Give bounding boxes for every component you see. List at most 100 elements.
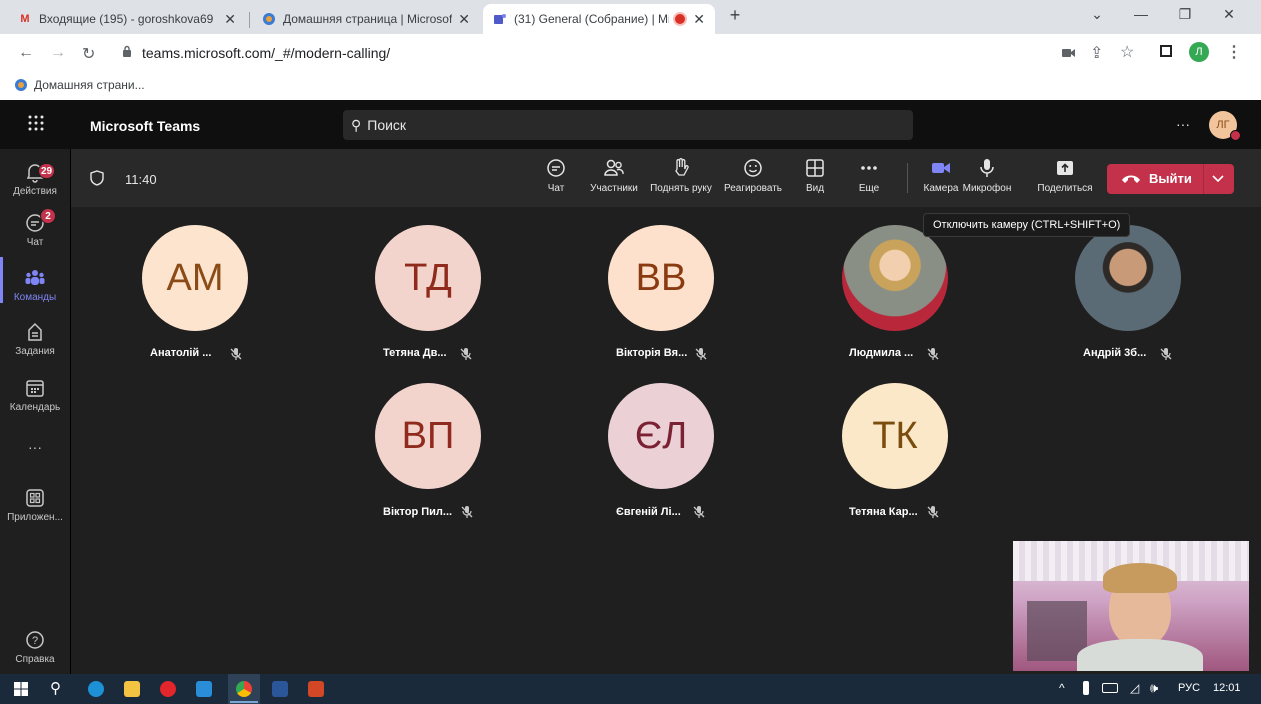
tab-title: Входящие (195) - goroshkova69 bbox=[39, 12, 214, 26]
leave-label: Выйти bbox=[1149, 171, 1192, 186]
more-options-button[interactable]: ··· bbox=[1176, 116, 1190, 132]
close-icon[interactable]: ✕ bbox=[693, 11, 705, 28]
forward-icon[interactable]: → bbox=[50, 44, 66, 62]
teams-icon bbox=[493, 12, 507, 26]
clock[interactable]: 12:01 bbox=[1213, 682, 1241, 694]
search-input[interactable]: Поиск bbox=[367, 117, 406, 133]
app-title: Microsoft Teams bbox=[90, 118, 201, 134]
lock-icon[interactable] bbox=[122, 45, 132, 57]
microphone-tray-icon[interactable] bbox=[1083, 681, 1089, 695]
more-actions-button[interactable]: Еще bbox=[854, 157, 884, 194]
participants-button[interactable]: Участники bbox=[585, 157, 643, 194]
tab-title: (31) General (Собрание) | Mi bbox=[514, 12, 670, 26]
meeting-stage: Отключить камеру (CTRL+SHIFT+O) АМ Анато… bbox=[71, 207, 1261, 674]
chevron-down-icon[interactable] bbox=[1211, 174, 1225, 184]
bookmark-item[interactable]: Домашняя страни... bbox=[14, 78, 145, 92]
raise-hand-button[interactable]: Поднять руку bbox=[646, 157, 716, 194]
assignments-icon bbox=[28, 322, 42, 341]
rail-help[interactable]: ? Справка bbox=[0, 629, 70, 665]
teams-header: Microsoft Teams ⚲ Поиск ··· ЛГ bbox=[0, 100, 1261, 149]
tab-teams-meeting[interactable]: (31) General (Собрание) | Mi ✕ bbox=[483, 4, 715, 34]
participant-photo[interactable] bbox=[842, 225, 948, 331]
tab-microsoft-home[interactable]: Домашняя страница | Microsoft ✕ bbox=[252, 4, 480, 34]
search-box[interactable]: ⚲ Поиск bbox=[343, 110, 913, 140]
participant-avatar[interactable]: ВП bbox=[375, 383, 481, 489]
recording-icon bbox=[673, 12, 688, 26]
tab-search-icon[interactable]: ⌄ bbox=[1082, 6, 1112, 23]
rail-chat[interactable]: Чат 2 bbox=[0, 208, 70, 248]
microphone-button[interactable]: Микрофон bbox=[957, 157, 1017, 194]
chrome-icon[interactable] bbox=[236, 681, 252, 697]
participant-avatar[interactable]: ТД bbox=[375, 225, 481, 331]
wifi-icon[interactable]: ◿ bbox=[1130, 681, 1139, 695]
share-button[interactable]: Поделиться bbox=[1035, 157, 1095, 194]
back-icon[interactable]: ← bbox=[18, 44, 34, 62]
powerpoint-icon[interactable] bbox=[308, 681, 324, 697]
menu-icon[interactable]: ⋮ bbox=[1226, 42, 1242, 62]
rail-label: Действия bbox=[13, 186, 57, 197]
divider bbox=[907, 163, 908, 193]
share-icon[interactable]: ⇪ bbox=[1090, 43, 1103, 63]
reload-icon[interactable]: ↻ bbox=[82, 44, 95, 64]
camera-label: Камера bbox=[923, 183, 959, 194]
app-launcher-icon[interactable] bbox=[28, 115, 44, 131]
address-bar[interactable]: teams.microsoft.com/_#/modern-calling/ bbox=[142, 45, 390, 61]
leave-button[interactable]: Выйти bbox=[1107, 164, 1234, 194]
participant-avatar[interactable]: ВВ bbox=[608, 225, 714, 331]
tray-expand-icon[interactable]: ^ bbox=[1059, 681, 1065, 695]
raise-hand-label: Поднять руку bbox=[650, 183, 712, 194]
search-icon[interactable]: ⚲ bbox=[50, 679, 61, 697]
participant-avatar[interactable]: ТК bbox=[842, 383, 948, 489]
chat-button[interactable]: Чат bbox=[541, 157, 571, 194]
active-underline bbox=[230, 701, 258, 703]
volume-icon[interactable]: 🕪 bbox=[1150, 680, 1158, 696]
self-video-preview[interactable] bbox=[1013, 541, 1249, 671]
profile-avatar[interactable]: Л bbox=[1189, 42, 1209, 62]
chat-label: Чат bbox=[547, 183, 565, 194]
mic-off-icon bbox=[927, 506, 939, 518]
word-icon[interactable] bbox=[272, 681, 288, 697]
divider bbox=[1203, 164, 1204, 194]
participant-name: Віктор Пил... bbox=[383, 506, 453, 518]
camera-in-use-icon[interactable] bbox=[1062, 47, 1076, 59]
opera-icon[interactable] bbox=[160, 681, 176, 697]
participant-avatar[interactable]: ЄЛ bbox=[608, 383, 714, 489]
mic-off-icon bbox=[693, 506, 705, 518]
hand-icon bbox=[675, 158, 689, 176]
share-screen-icon bbox=[1057, 161, 1073, 175]
bookmark-label: Домашняя страни... bbox=[34, 78, 145, 92]
react-button[interactable]: Реагировать bbox=[720, 157, 786, 194]
mic-off-icon bbox=[927, 348, 939, 360]
mic-off-icon bbox=[1160, 348, 1172, 360]
close-icon[interactable]: ✕ bbox=[458, 11, 470, 28]
rail-teams[interactable]: Команды bbox=[0, 267, 70, 303]
windows-start-icon[interactable] bbox=[14, 682, 28, 696]
chat-icon bbox=[547, 159, 565, 177]
rail-calendar[interactable]: Календарь bbox=[0, 377, 70, 413]
participant-name: Людмила ... bbox=[849, 347, 914, 359]
file-explorer-icon[interactable] bbox=[124, 681, 140, 697]
microsoft365-icon bbox=[15, 79, 27, 91]
mic-off-icon bbox=[461, 506, 473, 518]
view-button[interactable]: Вид bbox=[800, 157, 830, 194]
mail-icon[interactable] bbox=[196, 681, 212, 697]
side-panel-icon[interactable] bbox=[1160, 45, 1172, 57]
rail-assignments[interactable]: Задания bbox=[0, 321, 70, 357]
close-icon[interactable]: ✕ bbox=[224, 11, 236, 28]
window-close-icon[interactable]: ✕ bbox=[1214, 6, 1244, 23]
rail-more[interactable]: ··· bbox=[0, 439, 70, 455]
rail-apps[interactable]: Приложен... bbox=[0, 487, 70, 523]
language-indicator[interactable]: РУС bbox=[1178, 682, 1200, 694]
new-tab-button[interactable]: + bbox=[720, 5, 750, 26]
minimize-icon[interactable]: — bbox=[1126, 6, 1156, 22]
mic-off-icon bbox=[230, 348, 242, 360]
self-hair bbox=[1103, 563, 1177, 593]
participant-avatar[interactable]: АМ bbox=[142, 225, 248, 331]
restore-icon[interactable]: ❐ bbox=[1170, 6, 1200, 23]
edge-icon[interactable] bbox=[88, 681, 104, 697]
participant-photo[interactable] bbox=[1075, 225, 1181, 331]
battery-icon[interactable] bbox=[1102, 683, 1118, 693]
rail-activity[interactable]: Действия 29 bbox=[0, 161, 70, 197]
bookmark-star-icon[interactable]: ☆ bbox=[1120, 42, 1134, 62]
tab-gmail[interactable]: M Входящие (195) - goroshkova69 ✕ bbox=[8, 4, 246, 34]
